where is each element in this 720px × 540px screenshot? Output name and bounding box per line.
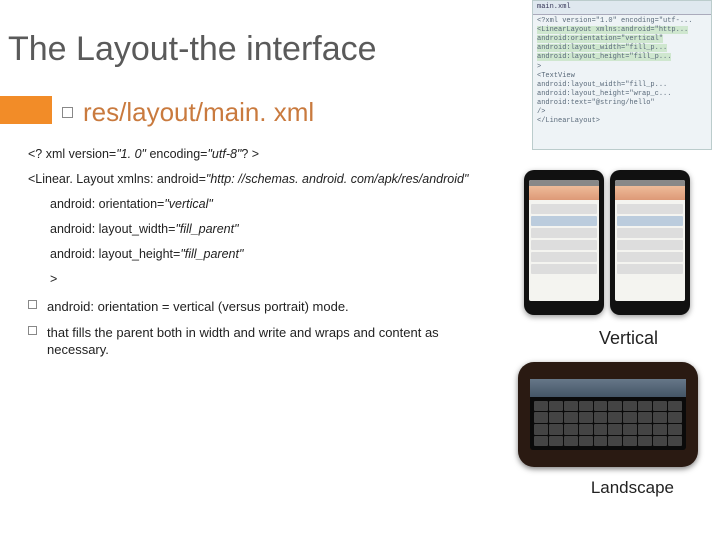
phone-screen	[615, 180, 685, 301]
code-text: "fill_parent"	[175, 222, 238, 236]
thumb-line-hl: android:layout_height="fill_p...	[537, 53, 671, 61]
landscape-label: Landscape	[591, 478, 674, 498]
thumb-line: android:layout_width="fill_p...	[537, 44, 707, 53]
phone-screen	[530, 379, 686, 450]
thumb-line: <LinearLayout xmlns:android="http...	[537, 26, 707, 35]
code-text: android: layout_height=	[50, 247, 180, 261]
bullet-icon	[62, 107, 73, 118]
code-text: android: layout_width=	[50, 222, 175, 236]
bullet-icon	[28, 300, 37, 309]
thumb-line: >	[537, 63, 707, 72]
code-editor-thumbnail: main.xml <?xml version="1.0" encoding="u…	[532, 0, 712, 150]
code-text: <Linear. Layout xmlns: android=	[28, 172, 206, 186]
code-text: "utf-8"	[207, 147, 241, 161]
code-text: encoding=	[146, 147, 208, 161]
code-text: "1. 0"	[116, 147, 146, 161]
code-text: android: orientation=	[50, 197, 164, 211]
thumb-line-hl: <LinearLayout xmlns:android="http...	[537, 26, 688, 34]
thumb-line: <TextView	[537, 72, 707, 81]
thumb-line-hl: android:orientation="vertical"	[537, 35, 663, 43]
code-text: ? >	[241, 147, 259, 161]
thumb-line-hl: android:layout_width="fill_p...	[537, 44, 667, 52]
thumb-line: android:layout_height="fill_p...	[537, 53, 707, 62]
code-text: "http: //schemas. android. com/apk/res/a…	[206, 172, 468, 186]
code-text: <? xml version=	[28, 147, 116, 161]
thumb-line: <?xml version="1.0" encoding="utf-...	[537, 17, 707, 26]
thumb-line: />	[537, 108, 707, 117]
phone-mockup	[610, 170, 690, 315]
subheader: res/layout/main. xml	[83, 97, 314, 128]
annotation-text: android: orientation = vertical (versus …	[47, 298, 349, 316]
code-text: "vertical"	[164, 197, 212, 211]
thumb-line: </LinearLayout>	[537, 117, 707, 126]
code-text: "fill_parent"	[180, 247, 243, 261]
bullet-icon	[28, 326, 37, 335]
editor-tab: main.xml	[533, 1, 711, 15]
phone-mockup	[524, 170, 604, 315]
landscape-phone-image	[518, 362, 698, 467]
thumb-line: android:orientation="vertical"	[537, 35, 707, 44]
accent-bar	[0, 96, 52, 124]
phone-screen	[529, 180, 599, 301]
vertical-phone-image	[512, 170, 702, 320]
annotation-text: that fills the parent both in width and …	[47, 324, 467, 359]
thumb-line: android:text="@string/hello"	[537, 99, 707, 108]
thumb-line: android:layout_width="fill_p...	[537, 81, 707, 90]
vertical-label: Vertical	[599, 328, 658, 349]
thumb-line: android:layout_height="wrap_c...	[537, 90, 707, 99]
